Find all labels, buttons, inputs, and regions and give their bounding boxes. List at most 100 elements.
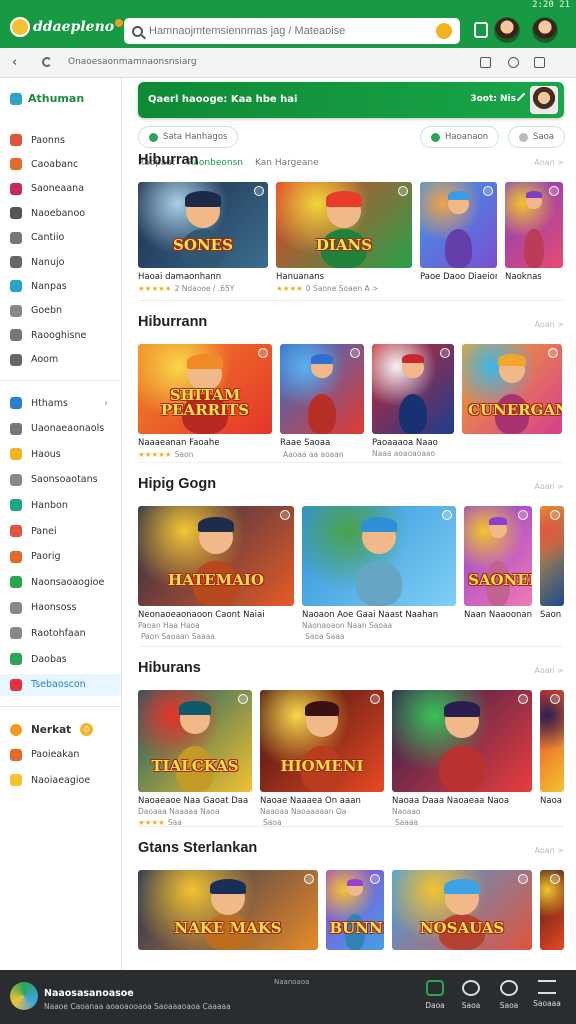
game-thumbnail[interactable]: SHITAM PEARRITS [138,344,272,434]
section-more-link[interactable]: Aoan > [535,320,564,329]
game-thumbnail[interactable] [280,344,364,434]
sidebar-item[interactable]: Hthams › [10,397,116,409]
chip-2[interactable]: Saoa [508,126,566,148]
bookmark-icon[interactable] [480,57,491,68]
sidebar-item[interactable]: Naoebanoo [10,207,116,220]
sidebar-item[interactable]: Nanujo [10,256,116,268]
game-card[interactable]: SAONEI Naan Naaoonan [464,506,532,620]
bottom-action-1[interactable]: Saoa [454,980,488,1010]
game-card[interactable]: BUNNS [326,870,384,950]
section-more-link[interactable]: Aoan > [535,666,564,675]
bottom-action-0[interactable]: Daoa [418,980,452,1010]
banner-action[interactable]: 3oot: Nis [470,94,516,104]
back-arrow-icon[interactable]: ‹ [12,55,17,70]
game-thumbnail[interactable]: CUNERGANS [462,344,562,434]
sidebar-item[interactable]: Saoneaana [10,182,116,195]
poster-title: HIOMENI [280,756,364,775]
sidebar-item[interactable]: Goebn [10,304,116,317]
section-more-link[interactable]: Aoan > [535,482,564,491]
sidebar-item[interactable]: Nanpas [10,280,116,293]
game-thumbnail[interactable] [372,344,454,434]
game-thumbnail[interactable] [540,690,564,792]
game-card[interactable]: Naoa [540,690,564,806]
edit-icon[interactable] [516,92,526,102]
sidebar-item[interactable]: Paonns [10,134,116,146]
game-card[interactable]: SHITAM PEARRITS Naaaeanan Faoahe ★★★★★ Saon [138,344,272,459]
section-more-link[interactable]: Anan > [534,158,564,167]
bottom-action-2[interactable]: Saoa [492,980,526,1010]
sidebar-item[interactable]: Haous [10,448,116,461]
game-thumbnail[interactable]: BUNNS [326,870,384,950]
sidebar-item[interactable]: Aoom [10,353,116,366]
game-card[interactable]: Naoknas [505,182,563,282]
game-thumbnail[interactable]: SONES [138,182,268,268]
app-logo[interactable]: ddaepleno [10,17,124,37]
url-text[interactable]: Onaoesaonmamnaonsnsiarg [68,57,197,67]
sidebar-item[interactable]: Raotohfaan [10,627,116,640]
banner-avatar[interactable] [530,86,558,114]
sidebar-item[interactable]: Naoiaeagioe [10,774,116,787]
game-thumbnail[interactable] [540,506,564,606]
game-thumbnail[interactable] [420,182,497,268]
sidebar-item[interactable]: Hanbon [10,499,116,512]
game-thumbnail[interactable] [302,506,456,606]
game-card[interactable]: Paoaaaoa Naao Naaa aoaoaoaao [372,344,454,458]
game-card[interactable]: HATEMAIO Neonaoeaonaoon Caont Naiai Paoan … [138,506,294,641]
sidebar-item[interactable]: Naonsaoaogioe [10,576,116,589]
game-card[interactable]: Paoe Daoo Diaeion [420,182,497,282]
mic-icon[interactable] [436,23,452,39]
menu-icon[interactable] [534,57,545,68]
sidebar-item[interactable]: Saonsoaotans [10,473,116,486]
game-card[interactable]: Saon [540,506,564,620]
chip-1[interactable]: Haoanaon [420,126,500,148]
sidebar-item[interactable]: Nerkat 0 [10,723,116,737]
sidebar-item[interactable]: Cantiio [10,231,116,244]
app-badge-icon[interactable] [10,982,38,1010]
sidebar-item[interactable]: Tsebaoscon [0,673,121,696]
sidebar-item[interactable]: Haonsoss [10,601,116,614]
game-card[interactable]: Raae Saoaa Aaoaa aa aoaan [280,344,364,459]
search-bar[interactable] [124,18,460,44]
sidebar-header[interactable]: Athuman [10,92,84,105]
sidebar-item-label: Caoabanc [31,158,79,170]
game-thumbnail[interactable]: TIALCKAS [138,690,252,792]
game-card[interactable]: DIANS Hanuanans ★★★★ 0 Saone Soaen A > [276,182,412,293]
sidebar-item[interactable]: Panei [10,525,116,537]
bottom-action-3[interactable]: Saoaaa [530,980,564,1008]
section-more-link[interactable]: Aoan > [535,846,564,855]
game-thumbnail[interactable]: NOSAUAS [392,870,532,950]
sidebar-item[interactable]: Uaonaeaonaols [10,422,116,435]
game-thumbnail[interactable]: HATEMAIO [138,506,294,606]
sidebar-item[interactable]: Paoieakan [10,748,116,761]
promo-banner[interactable]: Qaerl haooge: Kaa hbe hai 3oot: Nis [138,82,564,118]
sidebar-item[interactable]: Raooghisne [10,329,116,342]
reload-icon[interactable] [42,57,52,67]
game-thumbnail[interactable]: DIANS [276,182,412,268]
game-card[interactable] [540,870,564,950]
game-card[interactable]: NAKE MAKS [138,870,318,950]
chip-0[interactable]: Sata Hanhagos [138,126,239,148]
notification-icon[interactable] [474,22,488,38]
history-icon[interactable] [508,57,519,68]
game-thumbnail[interactable]: HIOMENI [260,690,384,792]
sidebar-item[interactable]: Daobas [10,653,116,665]
sidebar-item[interactable]: Paorig [10,550,116,563]
game-card[interactable]: Naoaon Aoe Gaai Naast Naahan Naonaoaon Na… [302,506,456,641]
game-card[interactable]: HIOMENI Naoae Naaaea On aaan Naaoaa Naoaaa… [260,690,384,827]
game-card[interactable]: CUNERGANS [462,344,562,434]
game-thumbnail[interactable] [540,870,564,950]
subtab-2[interactable]: Kan Hargeane [255,158,319,168]
game-thumbnail[interactable]: NAKE MAKS [138,870,318,950]
sidebar-item[interactable]: Caoabanc [10,158,116,171]
avatar-icon[interactable] [494,17,520,43]
game-card[interactable]: SONES Haoai damaonhann ★★★★★ 2 Ndaooe / .65… [138,182,268,293]
profile-avatar-icon[interactable] [532,17,558,43]
game-card[interactable]: TIALCKAS Naoaeaoe Naa Gaoat Daa Daoaaa Naa… [138,690,252,827]
character-hat [361,517,397,533]
game-thumbnail[interactable]: SAONEI [464,506,532,606]
game-card[interactable]: Naoaa Daaa Naoaeaa Naoa Naoaao Saaaa [392,690,532,827]
game-thumbnail[interactable] [392,690,532,792]
search-input[interactable] [149,25,430,37]
game-card[interactable]: NOSAUAS [392,870,532,950]
game-thumbnail[interactable] [505,182,563,268]
